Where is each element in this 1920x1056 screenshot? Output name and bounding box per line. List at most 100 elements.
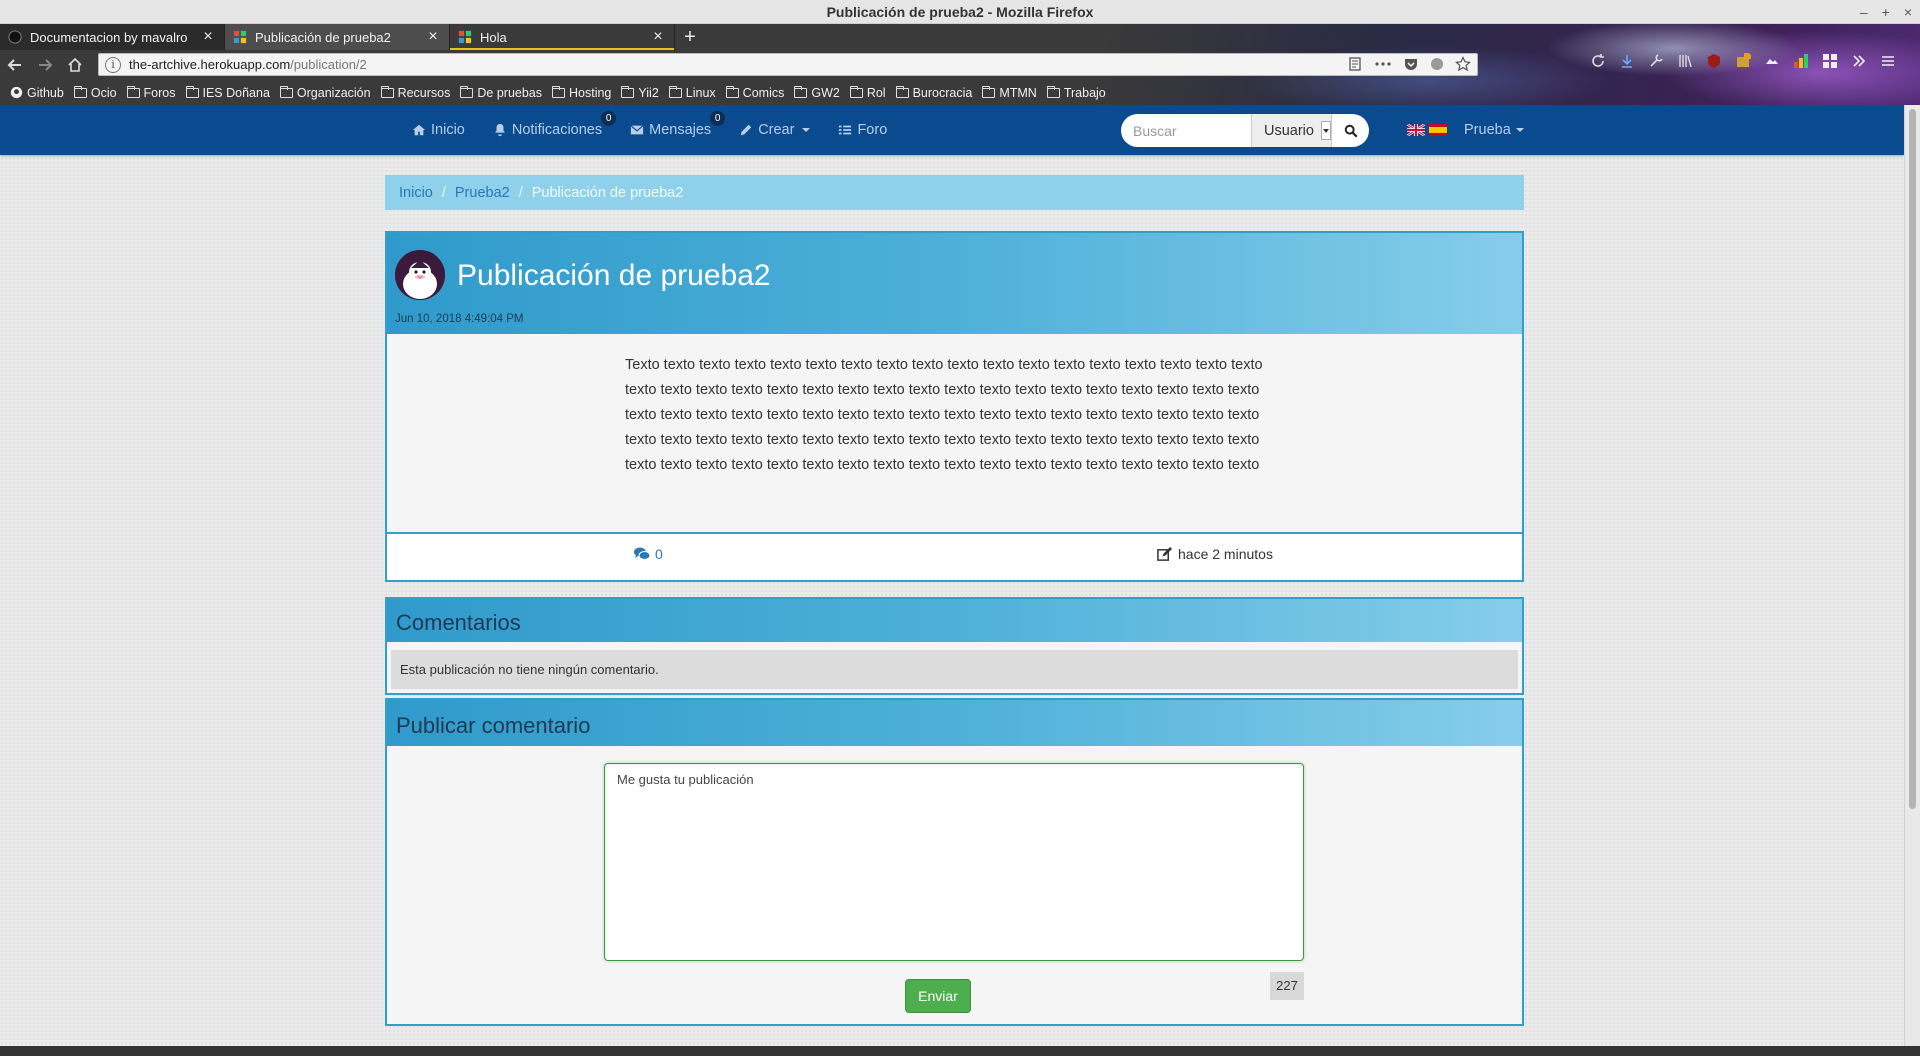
page-scrollbar[interactable] <box>1904 105 1920 1046</box>
bookmarks-toolbar: Github Ocio Foros IES Doñana Organizació… <box>0 80 1920 105</box>
edited-time: hace 2 minutos <box>1157 546 1273 562</box>
reader-view-icon[interactable] <box>1347 56 1363 72</box>
cloud-icon[interactable] <box>1764 53 1780 69</box>
minimize-button[interactable]: – <box>1860 0 1868 25</box>
nav-item-foro[interactable]: Foro <box>824 105 901 155</box>
bookmark-label: Yii2 <box>638 85 659 100</box>
pocket-icon[interactable] <box>1403 56 1419 72</box>
maximize-button[interactable]: + <box>1882 0 1890 25</box>
bookmark-star-icon[interactable] <box>1455 56 1471 72</box>
tab-title: Documentacion by mavalro <box>30 29 188 45</box>
library-icon[interactable] <box>1677 53 1693 69</box>
user-menu[interactable]: Prueba <box>1464 105 1524 155</box>
nav-label: Foro <box>857 122 888 138</box>
bookmark-github[interactable]: Github <box>10 86 64 100</box>
more-actions-icon[interactable] <box>1373 56 1393 72</box>
comments-title: Comentarios <box>396 610 521 635</box>
site-favicon-icon <box>458 30 472 44</box>
nav-item-crear[interactable]: Crear <box>725 105 824 155</box>
home-browser-icon[interactable] <box>60 57 90 73</box>
bookmark-folder-gw2[interactable]: GW2 <box>794 85 840 100</box>
folder-icon <box>126 85 140 98</box>
greasemonkey-icon[interactable] <box>1735 53 1751 69</box>
list-icon <box>839 125 852 135</box>
url-path: /publication/2 <box>290 57 367 72</box>
browser-tab-publicacion[interactable]: Publicación de prueba2 × <box>225 24 450 50</box>
grid-icon[interactable] <box>1822 53 1838 69</box>
nav-item-mensajes[interactable]: Mensajes 0 <box>616 105 726 155</box>
uk-flag-icon[interactable] <box>1407 124 1425 136</box>
bookmark-label: Hosting <box>569 85 612 100</box>
nav-item-notificaciones[interactable]: Notificaciones 0 <box>479 105 617 155</box>
remaining-chars-counter: 227 <box>1270 972 1304 1000</box>
scrollbar-thumb[interactable] <box>1909 109 1916 809</box>
publication-date: Jun 10, 2018 4:49:04 PM <box>395 313 524 325</box>
back-icon[interactable] <box>0 57 30 73</box>
site-info-icon[interactable]: i <box>105 56 121 73</box>
tab-close-icon[interactable]: × <box>650 28 666 46</box>
browser-tab-documentacion[interactable]: Documentacion by mavalro × <box>0 24 225 50</box>
spain-flag-icon[interactable] <box>1429 124 1447 136</box>
browser-tab-hola[interactable]: Hola × <box>450 24 675 50</box>
bookmark-folder-organizacion[interactable]: Organización <box>279 85 371 100</box>
bookmark-folder-foros[interactable]: Foros <box>126 85 176 100</box>
reload-icon[interactable] <box>1590 53 1606 69</box>
publication-header: Publicación de prueba2 Jun 10, 2018 4:49… <box>387 233 1522 334</box>
breadcrumb-inicio[interactable]: Inicio <box>399 185 433 201</box>
home-icon <box>412 124 426 136</box>
bookmark-label: MTMN <box>999 85 1037 100</box>
github-icon <box>10 86 23 99</box>
bookmark-label: GW2 <box>811 85 840 100</box>
download-icon[interactable] <box>1619 53 1635 69</box>
folder-icon <box>1046 85 1060 98</box>
new-tab-button[interactable]: + <box>675 24 705 50</box>
search-input[interactable] <box>1121 114 1251 147</box>
tab-close-icon[interactable]: × <box>425 28 441 46</box>
comment-count-link[interactable]: 0 <box>634 546 663 562</box>
nav-menu: Inicio Notificaciones 0 Mensajes 0 Crear… <box>398 105 901 155</box>
search-icon <box>1344 124 1357 137</box>
color-picker-icon[interactable] <box>1793 53 1809 69</box>
overflow-chevron-icon[interactable] <box>1851 53 1867 69</box>
tab-title: Publicación de prueba2 <box>255 29 391 45</box>
search-button[interactable] <box>1331 114 1369 147</box>
site-favicon-icon <box>233 30 247 44</box>
no-comments-message: Esta publicación no tiene ningún comenta… <box>391 650 1518 689</box>
bookmark-folder-rol[interactable]: Rol <box>849 85 886 100</box>
extension-icon[interactable] <box>1429 56 1445 72</box>
nav-item-inicio[interactable]: Inicio <box>398 105 479 155</box>
user-name: Prueba <box>1464 122 1511 138</box>
bookmark-folder-mtmn[interactable]: MTMN <box>982 85 1037 100</box>
folder-icon <box>725 85 739 98</box>
url-host: the-artchive.herokuapp.com <box>129 57 291 72</box>
bookmark-folder-ocio[interactable]: Ocio <box>73 85 117 100</box>
edit-icon <box>1157 546 1172 561</box>
nav-label: Notificaciones <box>511 122 603 138</box>
breadcrumb-prueba2[interactable]: Prueba2 <box>455 185 510 201</box>
send-comment-button[interactable]: Enviar <box>905 979 971 1013</box>
bookmark-folder-recursos[interactable]: Recursos <box>380 85 450 100</box>
forward-icon[interactable] <box>30 57 60 73</box>
comment-textarea[interactable]: Me gusta tu publicación <box>604 763 1304 961</box>
publication-footer: 0 hace 2 minutos <box>387 532 1522 580</box>
bookmark-folder-trabajo[interactable]: Trabajo <box>1046 85 1106 100</box>
bookmark-folder-burocracia[interactable]: Burocracia <box>895 85 972 100</box>
tab-close-icon[interactable]: × <box>200 28 216 46</box>
address-bar[interactable]: i the-artchive.herokuapp.com/publication… <box>98 53 1478 76</box>
bookmark-folder-de-pruebas[interactable]: De pruebas <box>460 85 542 100</box>
publication-title: Publicación de prueba2 <box>457 259 771 292</box>
hamburger-menu-icon[interactable] <box>1880 53 1896 69</box>
address-bar-actions <box>1347 56 1471 72</box>
bookmark-folder-comics[interactable]: Comics <box>725 85 784 100</box>
bottom-edge <box>0 1046 1920 1056</box>
ublock-icon[interactable] <box>1706 53 1722 69</box>
folder-icon <box>849 85 863 98</box>
bookmark-folder-ies[interactable]: IES Doñana <box>185 85 270 100</box>
avatar[interactable] <box>395 250 445 300</box>
search-type-select[interactable]: Usuario <box>1251 114 1331 147</box>
bookmark-folder-linux[interactable]: Linux <box>668 85 716 100</box>
bookmark-folder-hosting[interactable]: Hosting <box>552 85 612 100</box>
wrench-icon[interactable] <box>1648 53 1664 69</box>
close-window-button[interactable]: × <box>1904 0 1912 25</box>
bookmark-folder-yii2[interactable]: Yii2 <box>621 85 659 100</box>
